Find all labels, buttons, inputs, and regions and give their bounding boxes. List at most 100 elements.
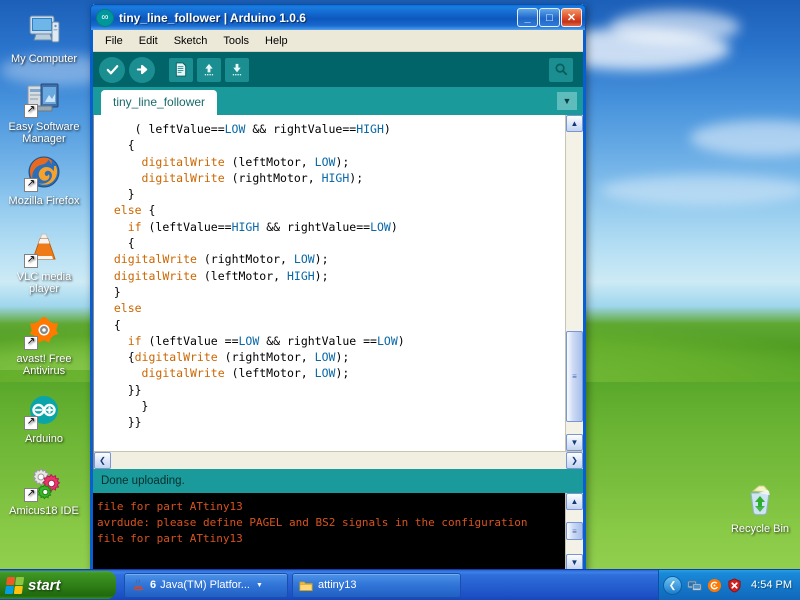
code-token: LOW — [293, 252, 315, 267]
scroll-up-arrow-icon[interactable]: ▲ — [566, 115, 583, 132]
scroll-track[interactable]: ≡ — [566, 132, 583, 434]
code-token: } — [100, 399, 149, 414]
code-token: { — [100, 317, 121, 332]
editor-vertical-scrollbar[interactable]: ▲ ≡ ▼ — [565, 115, 583, 451]
security-shield-icon[interactable] — [727, 577, 742, 593]
code-line: { — [100, 235, 565, 251]
code-line: digitalWrite (rightMotor, HIGH); — [100, 170, 565, 186]
desktop-icon-mozilla-firefox[interactable]: ↗ Mozilla Firefox — [2, 152, 86, 207]
start-label: start — [28, 576, 61, 594]
code-token: (rightMotor, — [224, 170, 322, 185]
code-token: ); — [335, 154, 350, 169]
chevron-down-icon[interactable]: ▼ — [256, 582, 263, 589]
editor-horizontal-scrollbar[interactable]: ❮ ❯ — [94, 451, 583, 469]
maximize-button[interactable]: □ — [539, 8, 560, 27]
arduino-infinity-icon: ↗ — [24, 390, 64, 430]
chevron-down-icon[interactable]: ▼ — [557, 92, 577, 110]
cloud — [690, 120, 800, 156]
start-button[interactable]: start — [0, 571, 116, 599]
menu-item-tools[interactable]: Tools — [215, 33, 257, 49]
code-token: if — [127, 219, 142, 234]
desktop-icon-vlc-media-player[interactable]: ↗ VLC media player — [2, 228, 86, 295]
shortcut-overlay-icon: ↗ — [24, 104, 38, 118]
code-line: }} — [100, 414, 565, 430]
close-button[interactable]: ✕ — [561, 8, 582, 27]
serial-monitor-button[interactable] — [549, 57, 573, 82]
code-token: }} — [100, 415, 142, 430]
network-icon[interactable] — [687, 578, 702, 593]
code-token: (leftValue == — [141, 333, 239, 348]
scroll-right-arrow-icon[interactable]: ❯ — [566, 452, 583, 469]
taskbar: start 6 Java(TM) Platfor... ▼ attiny13 ❮ 4:… — [0, 569, 800, 600]
desktop-icon-easy-software-manager[interactable]: ↗ Easy Software Manager — [2, 78, 86, 145]
clock[interactable]: 4:54 PM — [751, 579, 792, 591]
window-title: tiny_line_follower | Arduino 1.0.6 — [119, 10, 306, 25]
menu-item-help[interactable]: Help — [257, 33, 296, 49]
code-token: (leftMotor, — [196, 268, 287, 283]
open-button[interactable] — [197, 57, 221, 82]
code-token: LOW — [314, 154, 336, 169]
desktop-icon-amicus18-ide[interactable]: ↗ Amicus18 IDE — [2, 462, 86, 517]
window-titlebar[interactable]: ∞ tiny_line_follower | Arduino 1.0.6 _ □… — [90, 4, 586, 30]
code-token: ) — [390, 219, 398, 234]
shortcut-overlay-icon: ↗ — [24, 178, 38, 192]
code-line: { — [100, 317, 565, 333]
code-token: ); — [335, 366, 350, 381]
code-token: digitalWrite — [134, 350, 218, 365]
code-token: (leftMotor, — [224, 154, 315, 169]
code-token: digitalWrite — [113, 252, 197, 267]
code-token: digitalWrite — [141, 170, 225, 185]
arduino-ide-window: ∞ tiny_line_follower | Arduino 1.0.6 _ □… — [90, 4, 586, 574]
desktop-icon-avast-free-antivirus[interactable]: ↗ avast! Free Antivirus — [2, 310, 86, 377]
task-java[interactable]: 6 Java(TM) Platfor... ▼ — [124, 572, 288, 598]
console-text[interactable]: file for part ATtiny13 avrdude: please de… — [93, 493, 565, 571]
code-line: { — [100, 137, 565, 153]
code-line: else — [100, 300, 565, 316]
desktop-icon-label: avast! Free Antivirus — [16, 353, 72, 377]
menu-item-edit[interactable]: Edit — [131, 33, 166, 49]
save-button[interactable] — [225, 57, 249, 82]
code-line: ( leftValue==LOW && rightValue==HIGH) — [100, 121, 565, 137]
code-line: digitalWrite (leftMotor, LOW); — [100, 154, 565, 170]
desktop-icon-recycle-bin[interactable]: Recycle Bin — [718, 480, 800, 535]
desktop-icon-my-computer[interactable]: My Computer — [2, 10, 86, 65]
menubar: File Edit Sketch Tools Help — [93, 30, 583, 52]
tab-tiny-line-follower[interactable]: tiny_line_follower — [101, 90, 218, 115]
console-output: file for part ATtiny13 avrdude: please de… — [93, 493, 583, 571]
code-editor[interactable]: ( leftValue==LOW && rightValue==HIGH) { … — [94, 115, 565, 451]
verify-button[interactable] — [99, 56, 125, 83]
desktop-icon-label: Easy Software Manager — [8, 121, 80, 145]
code-token: (leftValue== — [141, 219, 232, 234]
avast-icon[interactable] — [707, 578, 722, 593]
new-button[interactable] — [169, 57, 193, 82]
scroll-left-arrow-icon[interactable]: ❮ — [94, 452, 111, 469]
code-token: digitalWrite — [113, 268, 197, 283]
java-icon — [131, 578, 145, 592]
task-attiny13[interactable]: attiny13 — [292, 572, 461, 598]
tray-collapse-chevron-icon[interactable]: ❮ — [663, 575, 683, 595]
code-token: ); — [335, 350, 350, 365]
code-line: digitalWrite (leftMotor, LOW); — [100, 365, 565, 381]
upload-button[interactable] — [129, 56, 155, 83]
scroll-thumb[interactable]: ≡ — [566, 331, 583, 422]
code-token: ); — [314, 268, 329, 283]
code-line: } — [100, 284, 565, 300]
menu-item-file[interactable]: File — [97, 33, 131, 49]
code-token: && rightValue == — [259, 333, 377, 348]
scroll-track[interactable]: ≡ — [566, 510, 583, 554]
minimize-button[interactable]: _ — [517, 8, 538, 27]
console-vertical-scrollbar[interactable]: ▲ ≡ ▼ — [565, 493, 583, 571]
menu-item-sketch[interactable]: Sketch — [166, 33, 216, 49]
code-line: else { — [100, 202, 565, 218]
desktop-icon-arduino[interactable]: ↗ Arduino — [2, 390, 86, 445]
code-token: ) — [383, 122, 391, 136]
desktop-icon-label: VLC media player — [16, 271, 72, 295]
scroll-thumb[interactable]: ≡ — [566, 522, 583, 540]
desktop-icon-label: Arduino — [25, 433, 63, 445]
scroll-up-arrow-icon[interactable]: ▲ — [566, 493, 583, 510]
code-line: if (leftValue ==LOW && rightValue ==LOW) — [100, 333, 565, 349]
scroll-down-arrow-icon[interactable]: ▼ — [566, 434, 583, 451]
